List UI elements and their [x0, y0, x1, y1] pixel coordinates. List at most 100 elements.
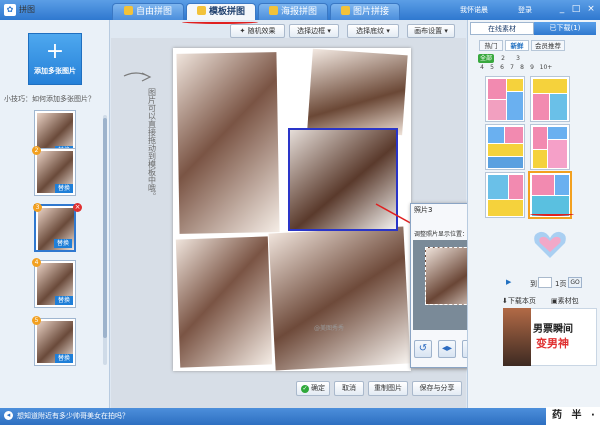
pager-label: 到 [530, 280, 537, 288]
ad-headline: 男票瞬间 [533, 324, 573, 335]
tab-downloaded[interactable]: 已下载(1) [534, 22, 596, 35]
count-option[interactable]: 7 [508, 63, 516, 72]
count-option[interactable]: 6 [498, 63, 506, 72]
canvas-settings-label: 画布设置 [414, 27, 443, 35]
photo-slot-1[interactable] [176, 52, 280, 234]
download-page-label: 下载本页 [507, 297, 536, 305]
select-border-label: 选择边框 [297, 27, 326, 35]
tab-label: 模板拼图 [208, 7, 245, 17]
close-button[interactable]: × [585, 3, 597, 15]
tab-online-materials[interactable]: 在线素材 [470, 22, 534, 35]
select-bottom-dropdown[interactable]: 选择底纹 ▾ [347, 24, 399, 38]
count-option[interactable]: 10+ [538, 63, 554, 72]
thumbnail-number: 4 [32, 258, 41, 267]
select-border-dropdown[interactable]: 选择边框 ▾ [289, 24, 339, 38]
delete-icon[interactable]: × [73, 203, 82, 212]
download-page-link[interactable]: ⬇下载本页 [502, 296, 536, 306]
user-name[interactable]: 我怀诺晨 [460, 5, 488, 15]
maximize-button[interactable]: □ [570, 3, 582, 15]
pager-next-icon[interactable]: ▶ [506, 278, 516, 288]
handwritten-hint-text: 图片可以直接拖动到模板中哦。 [148, 88, 157, 200]
thumbnail[interactable]: 5 替换 [32, 316, 76, 366]
count-option[interactable]: 8 [518, 63, 526, 72]
app-title: 拼图 [19, 5, 35, 14]
popup-title: 照片3 [414, 206, 433, 214]
photo-slot-2[interactable] [307, 48, 408, 136]
package-icon: ▣ [551, 297, 558, 305]
template-thumbnail[interactable] [485, 172, 525, 218]
watermark: @美图秀秀 [314, 325, 345, 332]
flip-horizontal-icon[interactable]: ◂▸ [438, 340, 456, 358]
filter-vip[interactable]: 会员推荐 [531, 40, 565, 51]
thumbnail[interactable]: 4 替换 [32, 258, 76, 308]
heart-template-icon[interactable] [532, 230, 568, 260]
status-text[interactable]: 想知道附近有多少帅哥美女在拍吗？ [17, 411, 129, 421]
tab-label: 海报拼图 [280, 7, 317, 17]
plus-icon: + [45, 39, 65, 64]
thumbnail-selected[interactable]: 3 替换 [33, 203, 76, 252]
confirm-label: 确定 [311, 384, 325, 392]
rotate-icon[interactable]: ↺ [414, 340, 432, 358]
count-option[interactable]: 2 [499, 54, 507, 63]
reset-image-button[interactable]: 重制图片 [368, 381, 408, 396]
tab-template-collage[interactable]: 模板拼图 [186, 3, 256, 20]
tab-icon [123, 6, 133, 15]
pager-total: 1页 [555, 280, 567, 288]
replace-button[interactable]: 替换 [54, 239, 72, 248]
add-images-label: 添加多张图片 [34, 67, 76, 75]
check-icon: ✓ [301, 385, 309, 393]
thumbnail-number: 2 [32, 146, 41, 155]
chevron-down-icon: ▾ [384, 27, 390, 35]
speaker-icon: ◂ [4, 411, 13, 420]
tab-icon [268, 6, 278, 15]
login-link[interactable]: 登录 [518, 5, 532, 15]
count-all[interactable]: 全部 [478, 54, 494, 63]
select-bottom-label: 选择底纹 [356, 27, 385, 35]
save-share-button[interactable]: 保存与分享 [412, 381, 462, 396]
materials-pack-link[interactable]: ▣素材包 [551, 296, 579, 306]
replace-button[interactable]: 替换 [55, 296, 73, 305]
replace-button[interactable]: 替换 [55, 184, 73, 193]
add-images-button[interactable]: + 添加多张图片 [28, 33, 82, 85]
thumbnail[interactable]: 2 替换 [32, 146, 76, 196]
random-effect-label: 随机效果 [247, 27, 276, 35]
materials-label: 素材包 [557, 297, 579, 305]
template-thumbnail[interactable] [530, 124, 570, 170]
minimize-button[interactable]: _ [556, 3, 568, 15]
tab-label: 自由拼图 [135, 7, 172, 17]
count-option[interactable]: 5 [488, 63, 496, 72]
count-option[interactable]: 3 [514, 54, 522, 63]
handwritten-hint: 图片可以直接拖动到模板中哦。 [123, 72, 157, 200]
photo-slot-4[interactable] [175, 236, 273, 368]
thumbnail-scrollbar-thumb[interactable] [103, 118, 107, 338]
template-thumbnail[interactable] [485, 76, 525, 122]
tab-poster-collage[interactable]: 海报拼图 [258, 3, 328, 20]
count-option[interactable]: 9 [528, 63, 536, 72]
popup-hint: 调整照片显示位置： [414, 231, 469, 238]
red-annotation-underline [530, 212, 574, 216]
tab-icon [340, 6, 350, 15]
count-option[interactable]: 4 [478, 63, 486, 72]
app-icon: ✿ [4, 4, 16, 16]
tip-link[interactable]: 小技巧：如何添加多张图片？ [4, 94, 95, 104]
template-thumbnail[interactable] [485, 124, 525, 170]
thumbnail-number: 5 [32, 316, 41, 325]
tab-free-collage[interactable]: 自由拼图 [112, 3, 184, 20]
filter-hot[interactable]: 热门 [479, 40, 503, 51]
tab-label: 图片拼接 [352, 7, 389, 17]
template-thumbnail[interactable] [530, 76, 570, 122]
pager-go-button[interactable]: GO [568, 277, 582, 288]
page-input[interactable] [538, 277, 552, 288]
dice-icon: ✦ [239, 27, 248, 35]
ad-subline: 变男神 [536, 337, 569, 350]
tab-image-stitch[interactable]: 图片拼接 [330, 3, 400, 20]
random-effect-button[interactable]: ✦ 随机效果 [230, 24, 285, 38]
cancel-button[interactable]: 取消 [334, 381, 364, 396]
tab-icon [196, 6, 206, 15]
filter-new[interactable]: 新鲜 [505, 40, 529, 51]
canvas-settings-dropdown[interactable]: 画布设置 ▾ [407, 24, 455, 38]
confirm-button[interactable]: ✓ 确定 [296, 381, 330, 396]
thumbnail-number: 3 [33, 203, 42, 212]
chevron-down-icon: ▾ [325, 27, 331, 35]
replace-button[interactable]: 替换 [55, 354, 73, 363]
